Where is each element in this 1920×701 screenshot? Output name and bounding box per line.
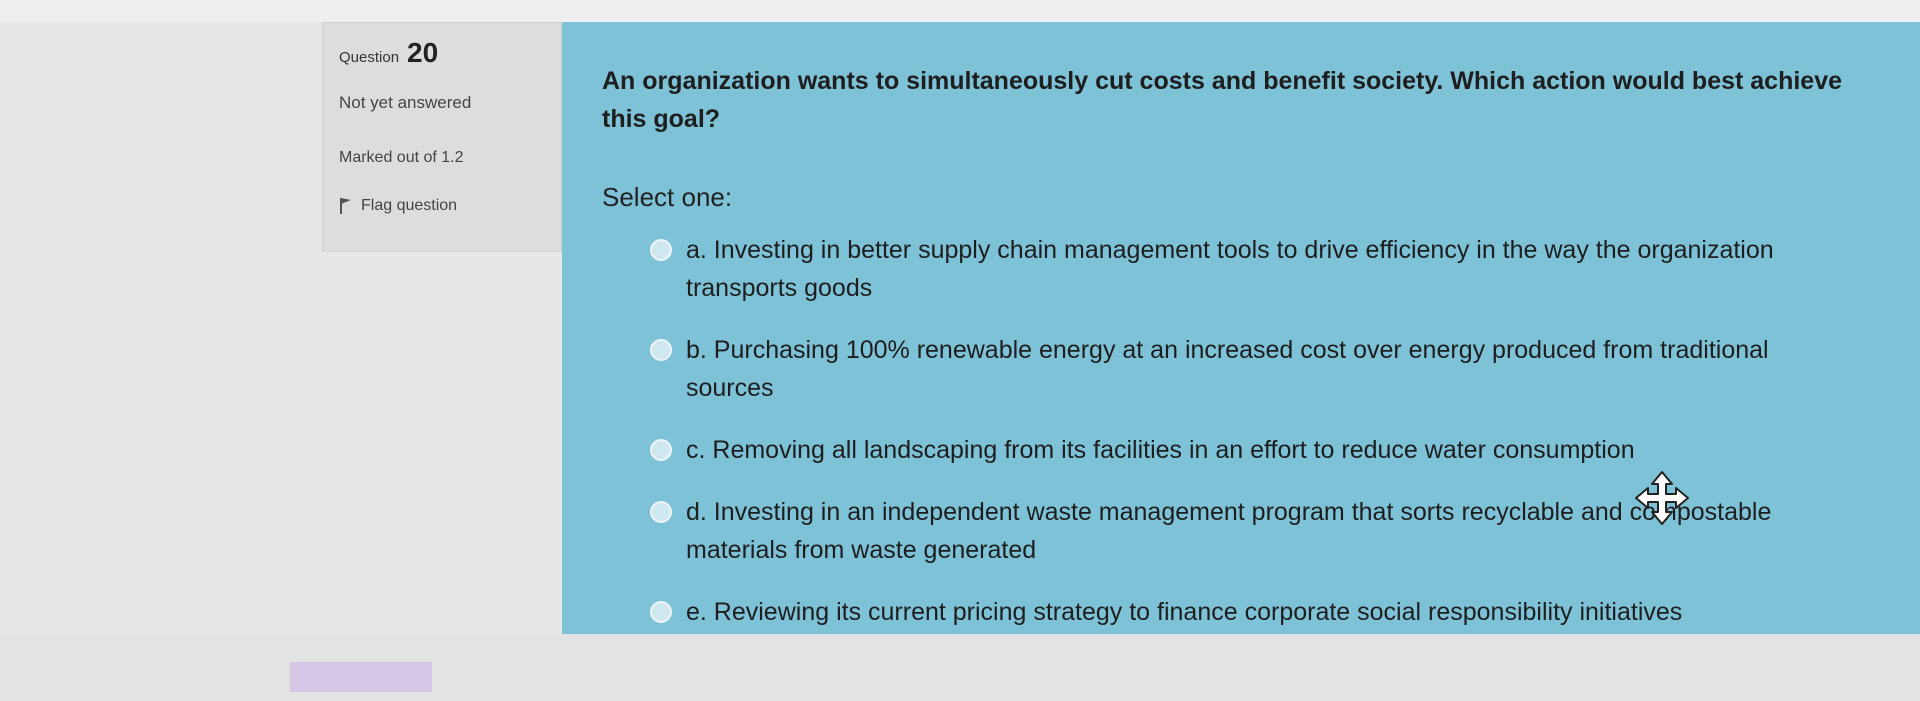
answer-option-e[interactable]: e. Reviewing its current pricing strateg… <box>650 593 1800 631</box>
move-cursor-icon <box>1634 470 1690 526</box>
answer-option-text: c. Removing all landscaping from its fac… <box>686 436 1635 464</box>
answer-option-c[interactable]: c. Removing all landscaping from its fac… <box>650 431 1800 469</box>
page-footer-area <box>0 634 1920 701</box>
question-text: An organization wants to simultaneously … <box>602 67 1843 133</box>
answer-option-text: a. Investing in better supply chain mana… <box>686 236 1774 302</box>
radio-icon[interactable] <box>650 601 672 623</box>
flag-question-link[interactable]: Flag question <box>339 197 545 215</box>
grade-info: Marked out of 1.2 <box>339 149 464 166</box>
answer-option-text: b. Purchasing 100% renewable energy at a… <box>686 336 1769 402</box>
answer-option-a[interactable]: a. Investing in better supply chain mana… <box>650 231 1800 307</box>
radio-icon[interactable] <box>650 501 672 523</box>
answer-option-text: d. Investing in an independent waste man… <box>686 498 1772 564</box>
browser-top-strip <box>0 0 1920 22</box>
select-prompt: Select one: <box>602 182 733 212</box>
question-info-panel: Question 20 Not yet answered Marked out … <box>322 22 562 252</box>
answer-option-b[interactable]: b. Purchasing 100% renewable energy at a… <box>650 331 1800 407</box>
answer-state: Not yet answered <box>339 93 472 112</box>
question-label: Question <box>339 49 400 66</box>
question-content-panel: An organization wants to simultaneously … <box>562 22 1920 634</box>
radio-icon[interactable] <box>650 339 672 361</box>
flag-icon <box>339 197 353 215</box>
answer-option-text: e. Reviewing its current pricing strateg… <box>686 598 1683 626</box>
question-number-row: Question 20 <box>339 37 545 69</box>
answer-option-d[interactable]: d. Investing in an independent waste man… <box>650 493 1800 569</box>
radio-icon[interactable] <box>650 239 672 261</box>
radio-icon[interactable] <box>650 439 672 461</box>
question-number: 20 <box>407 37 439 68</box>
flag-question-label: Flag question <box>361 197 458 214</box>
navigation-button[interactable] <box>290 662 432 692</box>
answer-list: a. Investing in better supply chain mana… <box>602 231 1884 631</box>
